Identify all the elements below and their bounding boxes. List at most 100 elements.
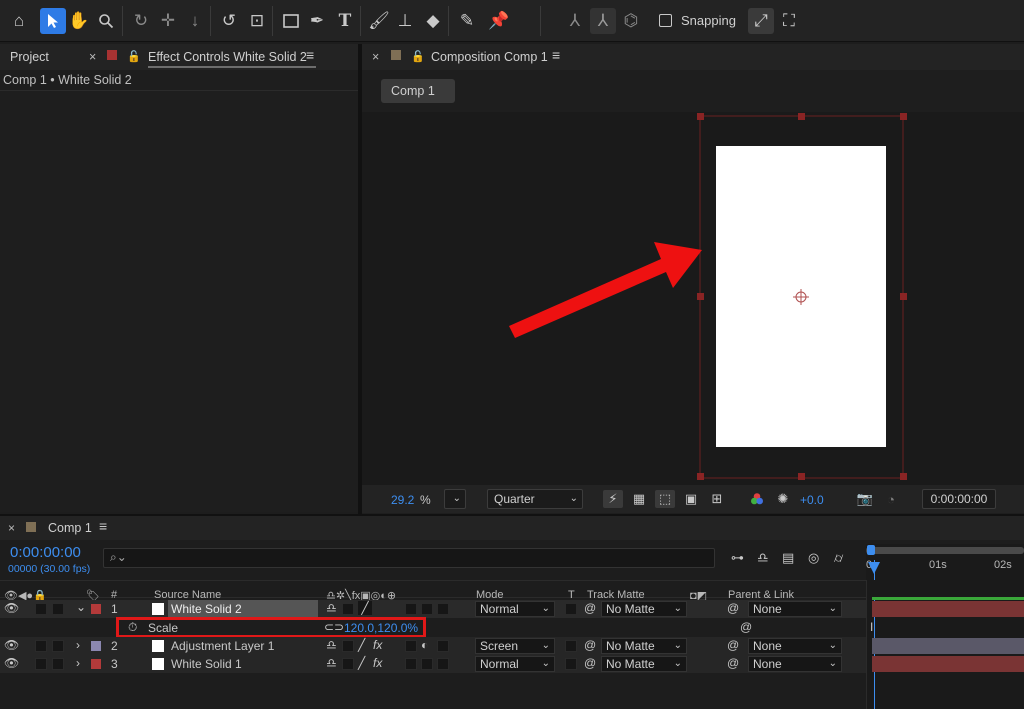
pan-camera-icon[interactable]: ✛ [155, 8, 181, 34]
fx-switch-icon[interactable]: fx [373, 656, 382, 670]
snap-features-icon[interactable]: ⛶ [776, 8, 802, 34]
fx-switch-icon[interactable]: fx [373, 638, 382, 652]
layer-row-3[interactable]: 👁 › 3 White Solid 1 ♎ ╱ fx Normal ⌄ @ No … [0, 655, 866, 673]
type-tool-icon[interactable]: T [332, 8, 358, 34]
adjustment-switch[interactable] [405, 603, 417, 615]
track-matte-dropdown[interactable]: No Matte ⌄ [601, 638, 687, 654]
layer-name[interactable]: White Solid 2 [171, 602, 242, 616]
work-area-bar[interactable] [866, 547, 1024, 554]
playhead-handle[interactable] [868, 562, 880, 574]
zoom-tool-icon[interactable] [93, 8, 119, 34]
reset-exposure-icon[interactable]: ✺ [773, 490, 793, 508]
rectangle-tool-icon[interactable] [278, 8, 304, 34]
brush-tool-icon[interactable]: 🖌 [366, 8, 392, 34]
mode-dropdown[interactable]: Screen ⌄ [475, 638, 555, 654]
layer-2-duration-bar[interactable] [872, 638, 1024, 654]
chevron-down-icon[interactable]: ⌄ [76, 600, 86, 614]
matte-pickwhip-icon[interactable]: @ [584, 601, 596, 615]
chevron-right-icon[interactable]: › [76, 638, 80, 652]
orbit-tool-icon[interactable]: ↻ [128, 8, 154, 34]
motion-blur-switch[interactable] [405, 640, 417, 652]
composition-mini-flowchart-icon[interactable]: ⊶ [731, 550, 744, 566]
rotate-tool-icon[interactable]: ↺ [216, 8, 242, 34]
fast-previews-icon[interactable]: ⚡ [603, 490, 623, 508]
composition-viewer[interactable] [362, 112, 1024, 485]
parent-pickwhip-icon[interactable]: @ [727, 601, 739, 615]
track-matte-dropdown[interactable]: No Matte ⌄ [601, 601, 687, 617]
resolution-dropdown[interactable]: Quarter ⌄ [487, 489, 583, 509]
mode-dropdown[interactable]: Normal ⌄ [475, 656, 555, 672]
snapshot-icon[interactable]: 📷 [855, 490, 875, 508]
close-tab-icon[interactable]: × [372, 50, 379, 64]
quality-switch-icon[interactable]: ╱ [358, 601, 372, 615]
motion-blur-switch[interactable] [405, 658, 417, 670]
color-channel-icon[interactable] [747, 490, 767, 508]
parent-dropdown[interactable]: None ⌄ [748, 656, 842, 672]
local-axis-icon[interactable]: ⅄ [562, 8, 588, 34]
home-icon[interactable]: ⌂ [6, 8, 32, 34]
matte-pickwhip-icon[interactable]: @ [584, 638, 596, 652]
viewer-timecode[interactable]: 0:00:00:00 [922, 489, 996, 509]
shy-switch-icon[interactable]: ♎ [326, 656, 337, 670]
collapse-switch[interactable] [342, 658, 354, 670]
layer-label-color[interactable] [91, 604, 101, 614]
layer-row-1[interactable]: 👁 ⌄ 1 White Solid 2 ♎ ╱ Normal ⌄ @ No Mat… [0, 600, 866, 618]
close-tab-icon[interactable]: × [8, 521, 15, 535]
track-matte-dropdown[interactable]: No Matte ⌄ [601, 656, 687, 672]
lock-switch[interactable] [52, 658, 64, 670]
tab-composition[interactable]: Composition Comp 1 [431, 50, 548, 64]
clone-stamp-tool-icon[interactable]: ⊥ [392, 8, 418, 34]
quality-switch-icon[interactable]: ╱ [358, 638, 365, 652]
transparency-grid-icon[interactable]: ▦ [629, 490, 649, 508]
layer-name[interactable]: White Solid 1 [171, 657, 242, 671]
current-time-display[interactable]: 0:00:00:00 [10, 544, 81, 561]
tab-timeline-comp[interactable]: Comp 1 [48, 521, 92, 535]
visibility-eye-icon[interactable]: 👁 [4, 638, 19, 652]
layer-row-2[interactable]: 👁 › 2 Adjustment Layer 1 ♎ ╱ fx ◐ Screen… [0, 637, 866, 655]
parent-pickwhip-icon[interactable]: @ [727, 638, 739, 652]
adjustment-switch[interactable] [421, 658, 433, 670]
lock-switch[interactable] [52, 603, 64, 615]
parent-pickwhip-icon[interactable]: @ [727, 656, 739, 670]
shy-switch-icon[interactable]: ♎ [326, 638, 337, 652]
3d-switch[interactable] [437, 658, 449, 670]
solo-switch[interactable] [35, 640, 47, 652]
motion-blur-icon[interactable]: ◎ [808, 550, 819, 566]
shy-switch-icon[interactable]: ♎ [326, 601, 337, 615]
panel-menu-icon[interactable]: ≡ [99, 518, 107, 534]
visibility-eye-icon[interactable]: 👁 [4, 601, 19, 615]
matte-pickwhip-icon[interactable]: @ [584, 656, 596, 670]
mask-visibility-icon[interactable]: ⬚ [655, 490, 675, 508]
preserve-transparency-switch[interactable] [565, 603, 577, 615]
layer-name[interactable]: Adjustment Layer 1 [171, 639, 274, 653]
world-axis-icon[interactable]: ⅄ [590, 8, 616, 34]
mode-dropdown[interactable]: Normal ⌄ [475, 601, 555, 617]
layer-bounding-box[interactable] [700, 116, 903, 478]
collapse-switch[interactable] [342, 603, 354, 615]
dolly-tool-icon[interactable]: ↓ [182, 8, 208, 34]
frame-blending-icon[interactable]: ▤ [782, 550, 794, 566]
zoom-dropdown[interactable]: ⌄ [444, 489, 466, 509]
solo-switch[interactable] [35, 658, 47, 670]
hand-tool-icon[interactable]: ✋ [66, 8, 92, 34]
lock-switch[interactable] [52, 640, 64, 652]
tab-project[interactable]: Project [10, 50, 49, 64]
chevron-right-icon[interactable]: › [76, 656, 80, 670]
pen-tool-icon[interactable]: ✒ [304, 8, 330, 34]
snap-edges-icon[interactable]: ⤢ [748, 8, 774, 34]
preserve-transparency-switch[interactable] [565, 640, 577, 652]
layer-3-duration-bar[interactable] [872, 656, 1024, 672]
anchor-point-tool-icon[interactable]: ⊡ [244, 8, 270, 34]
exposure-value[interactable]: +0.0 [800, 493, 824, 507]
expression-pickwhip-icon[interactable]: @ [740, 620, 752, 634]
graph-editor-icon[interactable]: ⌭ [834, 550, 843, 566]
roto-brush-tool-icon[interactable]: ✎ [454, 8, 480, 34]
3d-switch[interactable] [421, 603, 433, 615]
snapping-checkbox[interactable] [659, 14, 672, 27]
preserve-transparency-switch[interactable] [565, 658, 577, 670]
layer-label-color[interactable] [91, 641, 101, 651]
work-area-start-handle[interactable] [867, 545, 875, 555]
motion-blur-switch[interactable] [437, 603, 449, 615]
lock-icon[interactable]: 🔓 [411, 50, 425, 63]
parent-dropdown[interactable]: None ⌄ [748, 638, 842, 654]
